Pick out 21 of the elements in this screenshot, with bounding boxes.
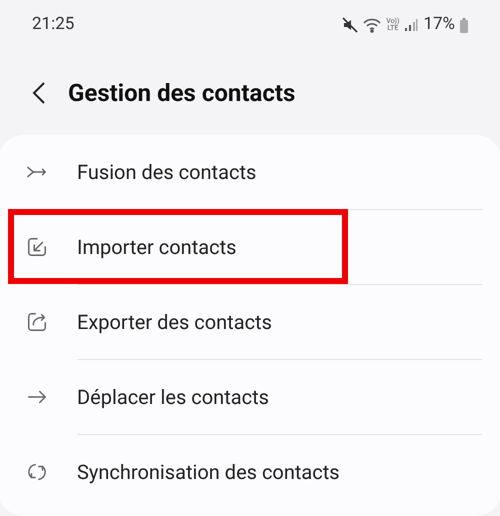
menu-item[interactable]: Importer contacts	[0, 210, 500, 284]
menu-item[interactable]: Exporter des contacts	[0, 285, 500, 359]
item-label: Synchronisation des contacts	[77, 459, 340, 486]
clock: 21:25	[32, 13, 74, 36]
import-icon	[26, 236, 48, 258]
wifi-icon	[363, 17, 382, 33]
battery-percent: 17%	[423, 13, 455, 36]
item-label: Importer contacts	[77, 234, 236, 261]
page-title: Gestion des contacts	[68, 78, 296, 108]
item-label: Fusion des contacts	[77, 159, 256, 186]
signal-icon	[404, 18, 418, 32]
menu-item[interactable]: Fusion des contacts	[0, 135, 500, 209]
menu-item[interactable]: Déplacer les contacts	[0, 360, 500, 434]
sync-icon	[26, 461, 48, 483]
menu-item[interactable]: Synchronisation des contacts	[0, 435, 500, 509]
battery-icon	[460, 18, 468, 32]
item-label: Exporter des contacts	[77, 309, 272, 336]
item-label: Déplacer les contacts	[77, 384, 269, 411]
back-icon	[32, 80, 46, 104]
mute-icon	[342, 17, 358, 33]
export-icon	[26, 311, 48, 333]
